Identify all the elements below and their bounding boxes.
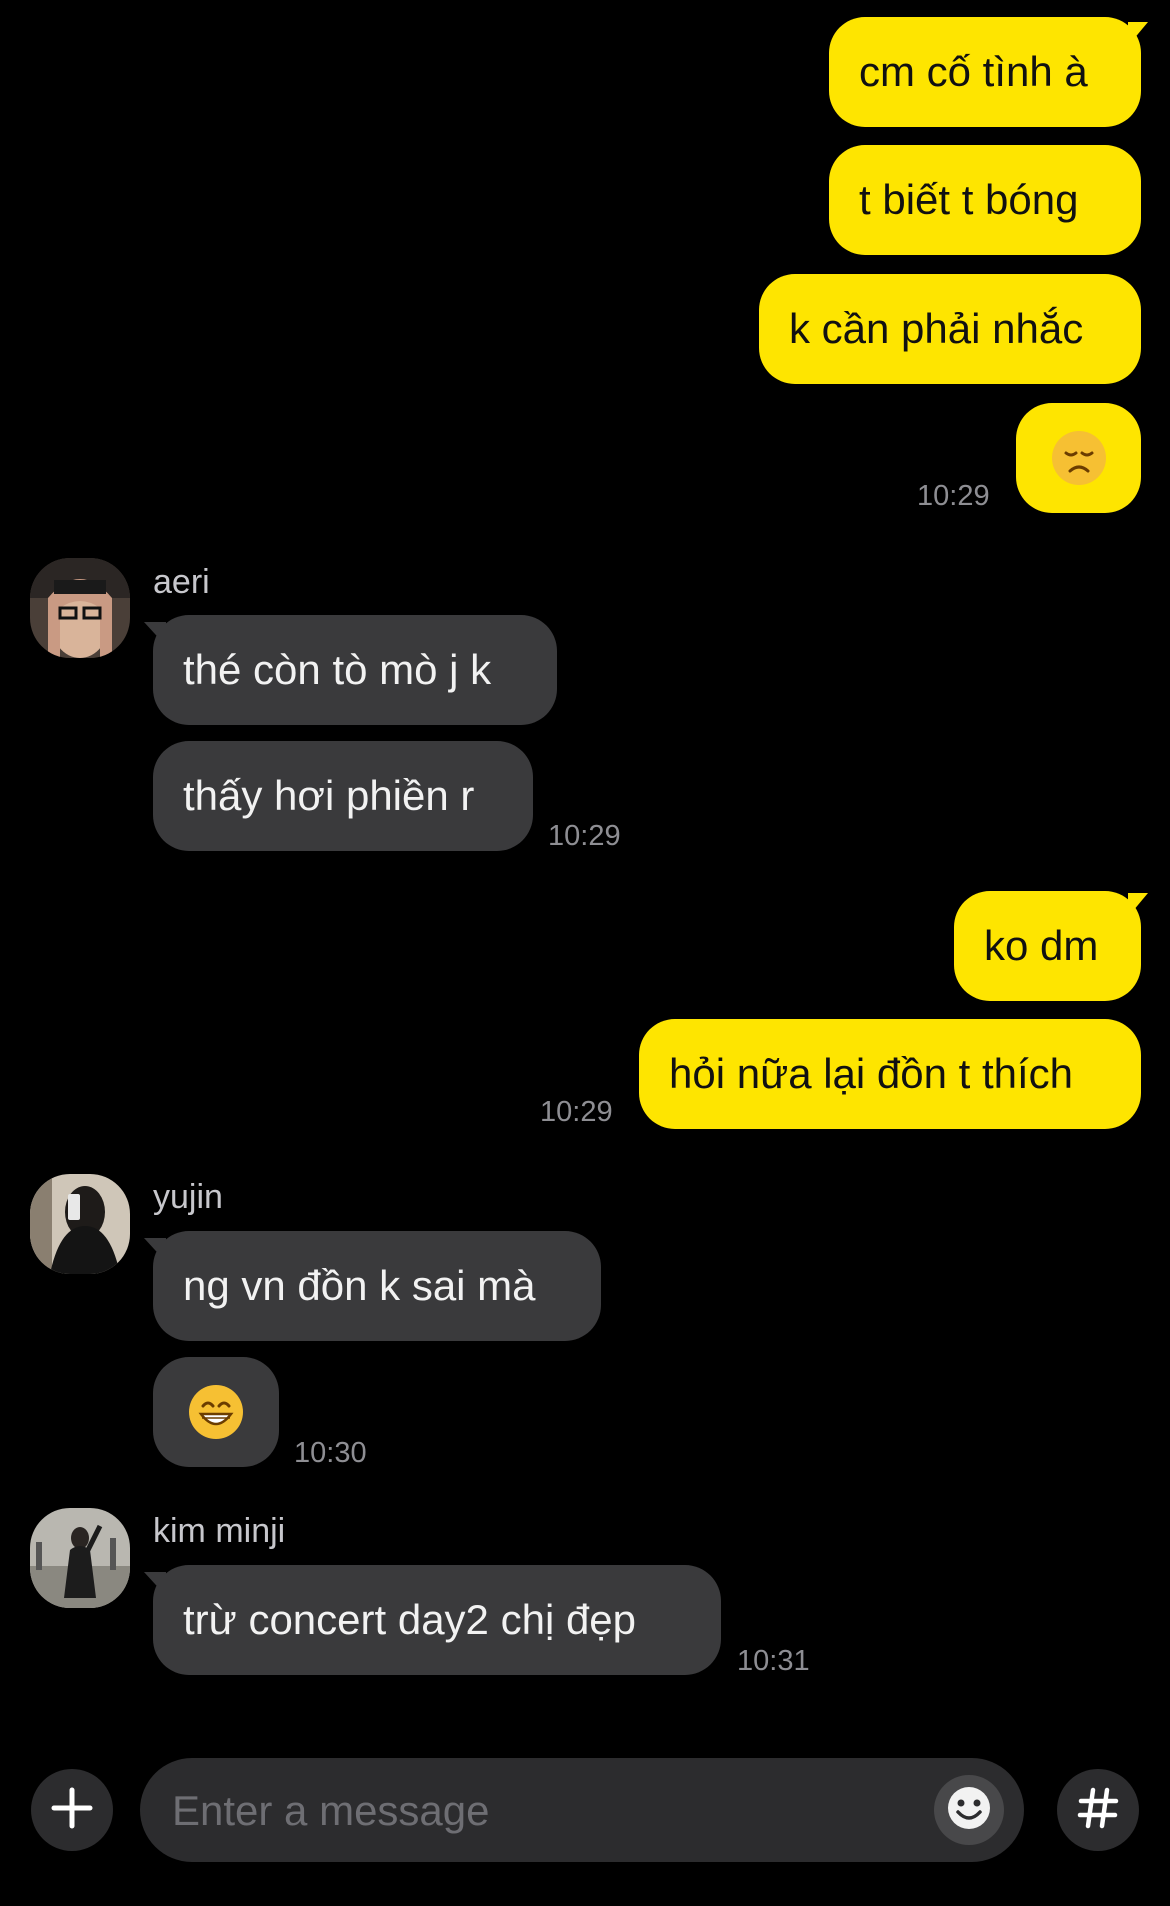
message-timestamp: 10:29 <box>548 820 621 852</box>
message-timestamp: 10:31 <box>737 1645 810 1677</box>
outgoing-message[interactable]: hỏi nữa lại đồn t thích <box>639 1019 1141 1129</box>
add-attachment-button[interactable] <box>31 1769 113 1851</box>
grinning-face-emoji <box>189 1385 243 1439</box>
sender-name: yujin <box>153 1178 223 1216</box>
disappointed-face-emoji <box>1051 431 1106 485</box>
bubble-tail <box>1128 22 1148 46</box>
message-composer <box>140 1758 1024 1864</box>
message-timestamp: 10:29 <box>917 480 990 512</box>
avatar[interactable] <box>30 558 130 658</box>
message-text: hỏi nữa lại đồn t thích <box>669 1050 1074 1097</box>
incoming-message[interactable]: ng vn đồn k sai mà <box>153 1231 601 1341</box>
message-text: ko dm <box>984 922 1099 969</box>
message-input[interactable] <box>170 1758 874 1864</box>
incoming-message[interactable]: thấy hơi phiền r <box>153 741 533 851</box>
message-text: trừ concert day2 chị đẹp <box>183 1596 637 1643</box>
hash-icon <box>1076 1786 1120 1835</box>
message-text: t biết t bóng <box>859 176 1079 223</box>
incoming-message[interactable]: trừ concert day2 chị đẹp <box>153 1565 721 1675</box>
message-text: k cần phải nhắc <box>789 305 1084 352</box>
message-text: ng vn đồn k sai mà <box>183 1262 536 1309</box>
emoticon-button[interactable] <box>934 1775 1004 1845</box>
message-timestamp: 10:29 <box>540 1096 613 1128</box>
outgoing-message[interactable]: ko dm <box>954 891 1141 1001</box>
bubble-tail <box>1128 893 1148 917</box>
avatar[interactable] <box>30 1174 130 1274</box>
outgoing-message[interactable]: t biết t bóng <box>829 145 1141 255</box>
sender-name: kim minji <box>153 1512 286 1550</box>
message-text: thấy hơi phiền r <box>183 772 475 819</box>
outgoing-message[interactable]: k cần phải nhắc <box>759 274 1141 384</box>
plus-icon <box>51 1787 93 1834</box>
incoming-emoji-message[interactable] <box>153 1357 279 1467</box>
message-text: cm cố tình à <box>859 48 1088 95</box>
emoticon-icon <box>946 1785 992 1836</box>
hashtag-search-button[interactable] <box>1057 1769 1139 1851</box>
outgoing-message[interactable]: cm cố tình à <box>829 17 1141 127</box>
message-text: thé còn tò mò j k <box>183 646 492 693</box>
message-timestamp: 10:30 <box>294 1437 367 1469</box>
outgoing-emoji-message[interactable] <box>1016 403 1141 513</box>
avatar[interactable] <box>30 1508 130 1608</box>
incoming-message[interactable]: thé còn tò mò j k <box>153 615 557 725</box>
sender-name: aeri <box>153 563 210 601</box>
